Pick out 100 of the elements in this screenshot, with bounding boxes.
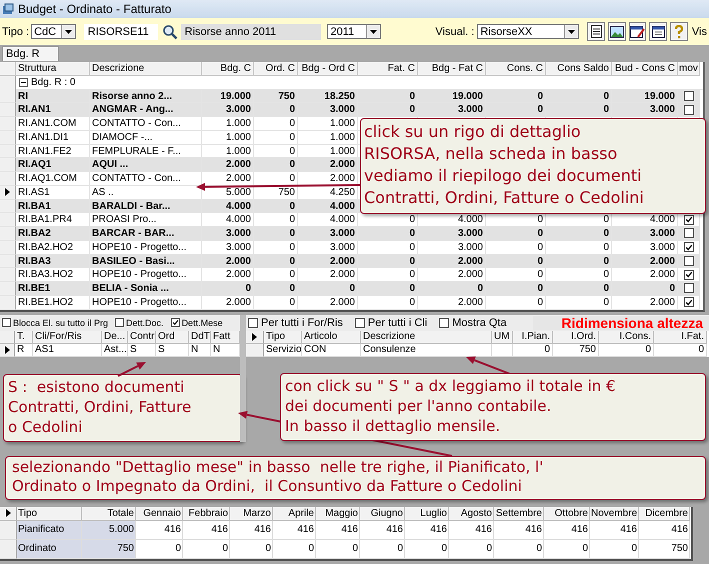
table-cell: 3.000	[202, 103, 254, 117]
column-header[interactable]: Bdg - Fat C	[418, 62, 486, 76]
row-selector[interactable]	[246, 330, 264, 344]
checkbox-label: Dett.Doc.	[126, 318, 164, 328]
column-header[interactable]: DdT	[189, 330, 211, 344]
toolbar-button[interactable]	[608, 22, 626, 41]
dropdown[interactable]: CdC	[31, 24, 76, 39]
dropdown[interactable]: 2011	[327, 24, 382, 39]
row-selector[interactable]	[0, 506, 17, 520]
column-header[interactable]: Maggio	[316, 506, 360, 520]
table-cell: 0	[358, 103, 418, 117]
column-header[interactable]: Fatt	[211, 330, 240, 344]
column-header[interactable]: De...	[102, 330, 128, 344]
checkbox[interactable]	[684, 256, 694, 266]
checkbox[interactable]	[684, 104, 694, 115]
column-header[interactable]: Agosto	[449, 506, 494, 520]
calendar-icon	[652, 25, 665, 38]
table-cell: 0	[544, 540, 590, 558]
row-selector[interactable]	[0, 186, 16, 200]
table-cell: 0	[546, 103, 612, 117]
checkbox[interactable]	[684, 90, 694, 101]
column-header[interactable]: Luglio	[405, 506, 449, 520]
tab[interactable]: Bdg. R	[2, 46, 59, 61]
column-header[interactable]: Giugno	[360, 506, 405, 520]
column-header[interactable]: I.Ord.	[553, 330, 599, 344]
column-header[interactable]: Cli/For/Ris	[33, 330, 102, 344]
column-header[interactable]: UM	[492, 330, 513, 344]
checkbox[interactable]	[684, 228, 694, 238]
table-cell: 19.000	[612, 90, 678, 104]
checkbox[interactable]	[439, 318, 450, 328]
column-header[interactable]: I.Cons.	[599, 330, 654, 344]
table-cell: S	[156, 344, 189, 356]
column-header[interactable]: Cons Saldo	[546, 62, 612, 76]
column-header[interactable]: Ord	[156, 330, 189, 344]
column-header[interactable]: Febbraio	[183, 506, 230, 520]
column-header[interactable]: Bdg. C	[202, 62, 254, 76]
checkbox[interactable]	[354, 318, 365, 328]
checkbox[interactable]	[170, 318, 180, 327]
column-header[interactable]: Descrizione	[361, 330, 492, 344]
table-cell: 0	[486, 254, 546, 268]
checkbox[interactable]	[684, 283, 694, 294]
help-icon	[674, 24, 684, 38]
document-icon	[590, 25, 602, 38]
column-header[interactable]: Totale	[82, 506, 136, 520]
search-button[interactable]	[161, 22, 179, 41]
table-cell: R	[15, 344, 33, 356]
row-selector[interactable]	[0, 344, 15, 356]
dropdown[interactable]: RisorseXX	[477, 24, 580, 39]
app-icon	[2, 3, 14, 15]
table-cell: 0	[418, 282, 486, 296]
table-cell: Risorse anno 2...	[90, 90, 202, 104]
column-header[interactable]: Articolo	[302, 330, 361, 344]
column-header[interactable]: Ottobre	[544, 506, 590, 520]
column-header[interactable]: Gennaio	[136, 506, 183, 520]
table-cell: DIAMOCF -...	[90, 130, 202, 144]
column-header[interactable]: Bdg - Ord C	[298, 62, 358, 76]
table-cell: 0	[358, 282, 418, 296]
column-header[interactable]: Struttura	[16, 62, 90, 76]
toolbar-button[interactable]	[649, 22, 668, 41]
checkbox[interactable]	[684, 242, 694, 252]
table-cell: 3.000	[298, 103, 358, 117]
table-cell: 0	[298, 282, 358, 296]
column-header[interactable]: Contr	[128, 330, 156, 344]
column-header[interactable]: mov	[678, 62, 700, 76]
column-header[interactable]: Aprile	[273, 506, 316, 520]
input-field[interactable]: RISORSE11	[84, 24, 158, 40]
column-header[interactable]: I.Fat.	[654, 330, 707, 344]
column-header[interactable]: Settembre	[494, 506, 544, 520]
column-header[interactable]: T.	[15, 330, 33, 344]
column-header[interactable]: Bud - Cons C	[612, 62, 678, 76]
table-cell: 1.000	[298, 117, 358, 131]
table-cell: RI.BA3	[16, 254, 90, 268]
table-cell: 3.000	[298, 227, 358, 241]
column-header[interactable]: Descrizione	[90, 62, 202, 76]
table-cell: RI.AQ1.COM	[16, 172, 90, 186]
column-header[interactable]: Fat. C	[358, 62, 418, 76]
column-header[interactable]: I.Pian.	[513, 330, 553, 344]
checkbox[interactable]	[2, 318, 11, 327]
checkbox[interactable]	[684, 270, 694, 280]
checkbox[interactable]	[684, 214, 694, 225]
column-header[interactable]: Novembre	[590, 506, 639, 520]
table-cell: BELIA - Sonia ...	[90, 282, 202, 296]
checkbox[interactable]	[248, 318, 258, 328]
table-cell: 0	[546, 227, 612, 241]
toolbar-button[interactable]	[628, 22, 646, 41]
table-cell: ANGMAR - Ang...	[90, 103, 202, 117]
column-header[interactable]: Dicembre	[639, 506, 690, 520]
column-header[interactable]: Cons. C	[486, 62, 546, 76]
table-cell: 0	[358, 254, 418, 268]
column-header[interactable]: Tipo	[17, 506, 82, 520]
table-cell: AS1	[33, 344, 102, 356]
column-header[interactable]: Tipo	[264, 330, 302, 344]
column-header[interactable]: Ord. C	[254, 62, 298, 76]
table-cell	[492, 344, 513, 356]
checkbox[interactable]	[115, 318, 124, 327]
table-cell: 2.000	[298, 296, 358, 310]
toolbar-button[interactable]	[587, 22, 606, 41]
checkbox[interactable]	[684, 297, 694, 308]
collapse-icon[interactable]	[19, 78, 28, 87]
column-header[interactable]: Marzo	[230, 506, 273, 520]
